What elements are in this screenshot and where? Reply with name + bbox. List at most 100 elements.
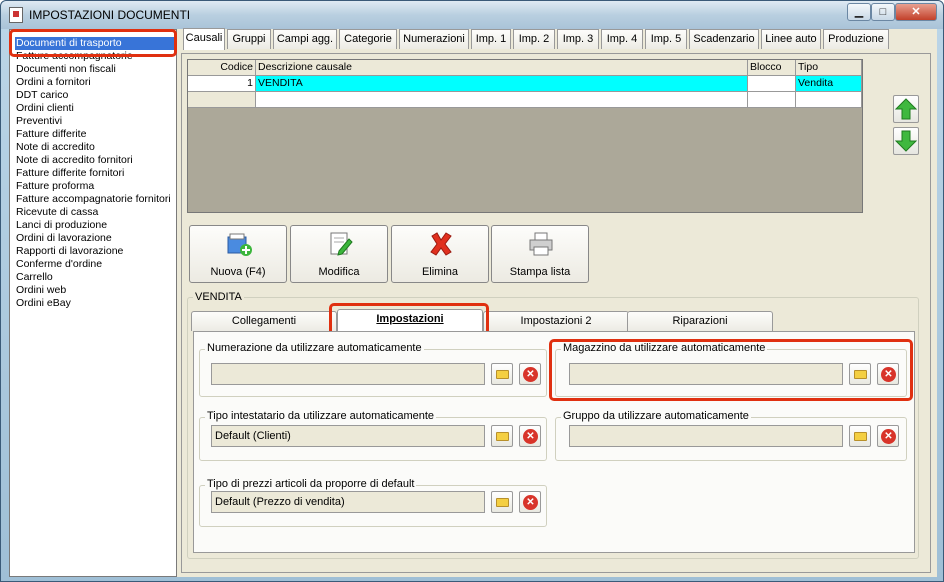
sidebar-item-ordini-di-lavorazione[interactable]: Ordini di lavorazione	[16, 232, 112, 245]
clear-icon: ✕	[523, 495, 538, 510]
table-cell[interactable]	[748, 92, 796, 108]
tab-produzione[interactable]: Produzione	[823, 29, 889, 49]
nuova-label: Nuova (F4)	[210, 266, 266, 278]
intestatario-browse-button[interactable]	[491, 425, 513, 447]
numerazione-label: Numerazione da utilizzare automaticament…	[205, 342, 424, 354]
numerazione-browse-button[interactable]	[491, 363, 513, 385]
sidebar-item-note-di-accredito[interactable]: Note di accredito	[16, 141, 95, 154]
tab-scadenzario[interactable]: Scadenzario	[689, 29, 759, 49]
move-up-button[interactable]	[893, 95, 919, 123]
table-cell[interactable]	[188, 92, 256, 108]
arrow-up-icon	[894, 98, 918, 120]
table-cell[interactable]	[796, 92, 862, 108]
gruppo-field[interactable]	[569, 425, 843, 447]
tab-imp-1[interactable]: Imp. 1	[471, 29, 511, 49]
column-header-blocco[interactable]: Blocco	[748, 60, 796, 76]
tab-imp-2[interactable]: Imp. 2	[513, 29, 555, 49]
folder-icon	[496, 370, 509, 379]
tab-causali[interactable]: Causali	[183, 28, 225, 50]
sidebar-item-ordini-ebay[interactable]: Ordini eBay	[16, 297, 71, 310]
folder-icon	[854, 432, 867, 441]
intestatario-clear-button[interactable]: ✕	[519, 425, 541, 447]
modifica-button[interactable]: Modifica	[290, 225, 388, 283]
minimize-button[interactable]: ▁	[847, 3, 871, 21]
tab-imp-3[interactable]: Imp. 3	[557, 29, 599, 49]
client-area: Documenti di trasporto Fatture accompagn…	[9, 28, 937, 577]
delete-x-icon	[430, 232, 452, 256]
prezzi-field[interactable]: Default (Prezzo di vendita)	[211, 491, 485, 513]
sidebar-item-fatture-proforma[interactable]: Fatture proforma	[16, 180, 94, 193]
tab-gruppi[interactable]: Gruppi	[227, 29, 271, 49]
sidebar-item-ricevute-di-cassa[interactable]: Ricevute di cassa	[16, 206, 98, 219]
new-document-icon	[227, 233, 252, 256]
sidebar-item-ordini-web[interactable]: Ordini web	[16, 284, 66, 297]
table-cell[interactable]	[748, 76, 796, 92]
prezzi-clear-button[interactable]: ✕	[519, 491, 541, 513]
clear-icon: ✕	[881, 429, 896, 444]
tab-imp-5[interactable]: Imp. 5	[645, 29, 687, 49]
maximize-button[interactable]: □	[871, 3, 895, 21]
sidebar-item-preventivi[interactable]: Preventivi	[16, 115, 62, 128]
intestatario-label: Tipo intestatario da utilizzare automati…	[205, 410, 437, 422]
prezzi-browse-button[interactable]	[491, 491, 513, 513]
prezzi-label: Tipo di prezzi articoli da proporre di d…	[205, 478, 417, 490]
elimina-label: Elimina	[421, 266, 459, 278]
gruppo-label: Gruppo da utilizzare automaticamente	[561, 410, 751, 422]
section-title: VENDITA	[193, 291, 244, 303]
arrow-down-icon	[894, 130, 918, 152]
sidebar-item-fatture-accompagnatorie-fornitori[interactable]: Fatture accompagnatorie fornitori	[16, 193, 171, 206]
stampa-lista-button[interactable]: Stampa lista	[491, 225, 589, 283]
app-window: IMPOSTAZIONI DOCUMENTI ▁ □ ✕ Documenti d…	[0, 0, 944, 582]
sidebar-item-ordini-clienti[interactable]: Ordini clienti	[16, 102, 74, 115]
table-cell[interactable]: 1	[188, 76, 256, 92]
callout-magazzino	[549, 339, 913, 401]
tab-campi-agg[interactable]: Campi agg.	[273, 29, 337, 49]
elimina-button[interactable]: Elimina	[391, 225, 489, 283]
column-header-codice[interactable]: Codice	[188, 60, 256, 76]
tab-impostazioni-2[interactable]: Impostazioni 2	[483, 311, 629, 331]
sidebar-item-conferme-d-ordine[interactable]: Conferme d'ordine	[16, 258, 102, 271]
move-down-button[interactable]	[893, 127, 919, 155]
numerazione-field[interactable]	[211, 363, 485, 385]
table-cell[interactable]	[256, 92, 748, 108]
gruppo-browse-button[interactable]	[849, 425, 871, 447]
numerazione-clear-button[interactable]: ✕	[519, 363, 541, 385]
column-header-descrizione[interactable]: Descrizione causale	[256, 60, 748, 76]
window-title: IMPOSTAZIONI DOCUMENTI	[29, 8, 191, 22]
table-cell[interactable]: VENDITA	[256, 76, 748, 92]
tab-linee-auto[interactable]: Linee auto	[761, 29, 821, 49]
tab-riparazioni[interactable]: Riparazioni	[627, 311, 773, 331]
column-header-tipo[interactable]: Tipo	[796, 60, 862, 76]
sidebar-item-fatture-differite-fornitori[interactable]: Fatture differite fornitori	[16, 167, 124, 180]
clear-icon: ✕	[523, 429, 538, 444]
document-type-list[interactable]: Documenti di trasporto Fatture accompagn…	[9, 29, 177, 577]
close-button[interactable]: ✕	[895, 3, 937, 21]
sidebar-item-note-di-accredito-fornitori[interactable]: Note di accredito fornitori	[16, 154, 133, 167]
callout-selected-document	[9, 29, 177, 57]
nuova-button[interactable]: Nuova (F4)	[189, 225, 287, 283]
tab-numerazioni[interactable]: Numerazioni	[399, 29, 469, 49]
sidebar-item-ddt-carico[interactable]: DDT carico	[16, 89, 68, 102]
document-icon	[9, 7, 23, 23]
sidebar-item-carrello[interactable]: Carrello	[16, 271, 53, 284]
folder-icon	[496, 432, 509, 441]
sidebar-item-fatture-differite[interactable]: Fatture differite	[16, 128, 86, 141]
title-bar: IMPOSTAZIONI DOCUMENTI ▁ □ ✕	[1, 1, 943, 29]
sidebar-item-rapporti-di-lavorazione[interactable]: Rapporti di lavorazione	[16, 245, 123, 258]
printer-icon	[529, 232, 553, 256]
tab-collegamenti[interactable]: Collegamenti	[191, 311, 337, 331]
intestatario-field[interactable]: Default (Clienti)	[211, 425, 485, 447]
sidebar-item-documenti-non-fiscali[interactable]: Documenti non fiscali	[16, 63, 116, 76]
stampa-lista-label: Stampa lista	[509, 266, 571, 278]
sidebar-item-ordini-a-fornitori[interactable]: Ordini a fornitori	[16, 76, 91, 89]
tab-categorie[interactable]: Categorie	[339, 29, 397, 49]
causali-table[interactable]: Codice Descrizione causale Blocco Tipo 1…	[187, 59, 863, 213]
modifica-label: Modifica	[318, 266, 360, 278]
table-cell[interactable]: Vendita	[796, 76, 862, 92]
edit-icon	[330, 232, 353, 256]
clear-icon: ✕	[523, 367, 538, 382]
sidebar-item-lanci-di-produzione[interactable]: Lanci di produzione	[16, 219, 107, 232]
folder-icon	[496, 498, 509, 507]
tab-imp-4[interactable]: Imp. 4	[601, 29, 643, 49]
gruppo-clear-button[interactable]: ✕	[877, 425, 899, 447]
